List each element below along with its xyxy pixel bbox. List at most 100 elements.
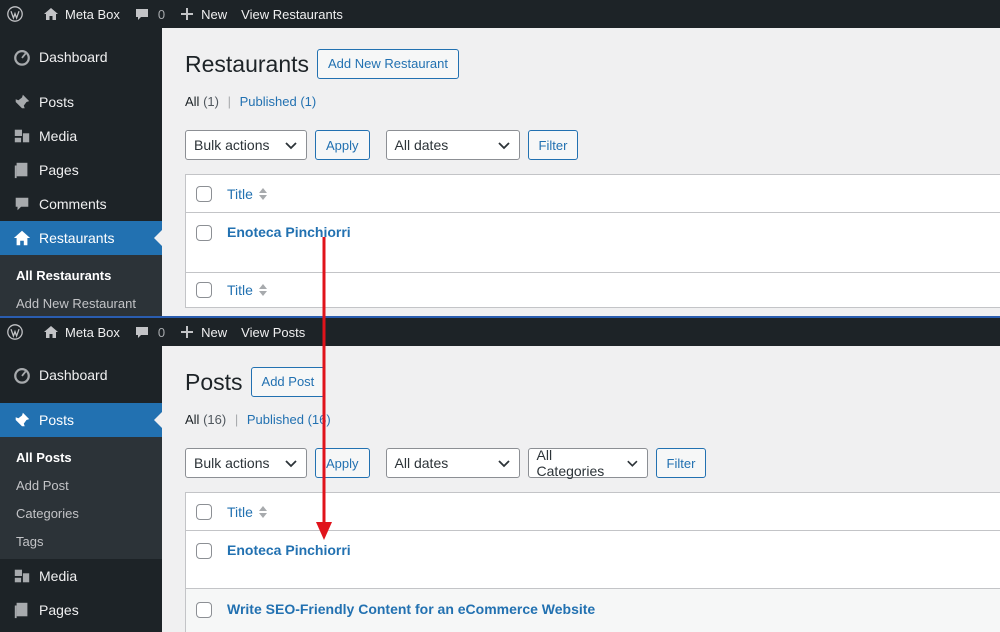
site-name-link[interactable]: Meta Box [36,0,127,28]
filter-button[interactable]: Filter [655,448,707,478]
row-checkbox[interactable] [196,602,212,618]
view-label: View Posts [241,324,306,340]
view-all-link[interactable]: All [185,412,199,427]
plus-icon [181,8,194,20]
bulk-actions-select[interactable]: Bulk actions [185,448,307,478]
media-icon [12,566,32,586]
view-filters: All (1) | Published (1) [185,94,1000,112]
sidebar-item-dashboard[interactable]: Dashboard [0,40,162,74]
sort-icon [258,284,267,296]
sidebar-item-pages[interactable]: Pages [0,153,162,187]
sidebar-item-label: Posts [39,412,75,428]
submenu-categories[interactable]: Categories [0,499,162,527]
comments-link[interactable]: 0 [127,0,172,28]
add-post-button[interactable]: Add Post [250,367,326,397]
view-published-count[interactable]: (16) [308,412,331,427]
apply-button[interactable]: Apply [315,130,370,160]
categories-select[interactable]: All Categories [527,447,648,479]
title-column-header[interactable]: Title [227,186,268,202]
view-posts-link[interactable]: View Posts [234,318,312,346]
restaurants-table: Title Enoteca Pinchiorri Title [185,174,1000,308]
sidebar-item-pages[interactable]: Pages [0,593,162,627]
admin-bar: Meta Box 0 New View Posts [0,318,1000,346]
sidebar-item-media[interactable]: Media [0,119,162,153]
chevron-down-icon [497,142,510,150]
home-icon [44,8,58,20]
row-title-link[interactable]: Write SEO-Friendly Content for an eComme… [227,601,595,617]
admin-sidebar: Dashboard Posts All Posts Add Post Categ… [0,346,162,632]
pages-icon [12,600,32,620]
site-name-label: Meta Box [65,324,120,340]
comments-count: 0 [157,6,166,22]
wordpress-logo-icon[interactable] [0,318,36,346]
sidebar-item-label: Comments [39,196,107,212]
dashboard-icon [12,47,32,67]
categories-value: All Categories [536,447,605,479]
comment-bubble-icon [135,327,148,338]
sidebar-item-dashboard[interactable]: Dashboard [0,358,162,392]
bulk-actions-select[interactable]: Bulk actions [185,130,307,160]
bulk-actions-value: Bulk actions [194,137,270,153]
view-published-link[interactable]: Published [247,412,304,427]
submenu-add-new-restaurant[interactable]: Add New Restaurant [0,289,162,316]
submenu-tags[interactable]: Tags [0,527,162,555]
view-published-link[interactable]: Published [240,94,297,109]
row-title-link[interactable]: Enoteca Pinchiorri [227,542,351,558]
sort-icon [258,505,267,518]
sidebar-item-label: Pages [39,162,79,178]
row-checkbox[interactable] [196,543,212,559]
comments-count: 0 [157,324,166,340]
page-title: Posts [185,368,243,395]
chevron-down-icon [285,142,297,150]
add-new-restaurant-button[interactable]: Add New Restaurant [317,49,459,79]
view-all-count: (16) [203,412,227,427]
row-title-link[interactable]: Enoteca Pinchiorri [227,224,351,240]
new-content-link[interactable]: New [172,0,234,28]
view-restaurants-link[interactable]: View Restaurants [234,0,350,28]
site-name-link[interactable]: Meta Box [36,318,127,346]
site-name-label: Meta Box [65,6,120,22]
sidebar-item-posts[interactable]: Posts [0,85,162,119]
submenu-all-posts[interactable]: All Posts [0,443,162,471]
title-column-header[interactable]: Title [227,504,268,520]
comments-link[interactable]: 0 [127,318,172,346]
dates-select[interactable]: All dates [385,448,520,478]
view-all-link[interactable]: All [185,94,199,109]
dates-select[interactable]: All dates [385,130,520,160]
sidebar-item-posts[interactable]: Posts [0,403,162,437]
sidebar-item-label: Posts [39,94,75,110]
apply-button[interactable]: Apply [315,448,370,478]
dashboard-icon [12,365,32,385]
submenu-all-restaurants[interactable]: All Restaurants [0,261,162,289]
admin-sidebar: Dashboard Posts Media Pages Comments Res… [0,28,162,316]
sidebar-item-media[interactable]: Media [0,559,162,593]
admin-bar: Meta Box 0 New View Restaurants [0,0,1000,28]
table-row: Enoteca Pinchiorri [186,530,1000,588]
chevron-down-icon [627,460,638,467]
page-title: Restaurants [185,50,310,77]
posts-submenu: All Posts Add Post Categories Tags [0,437,162,559]
plus-icon [181,326,194,338]
restaurants-screen: Meta Box 0 New View Restaurants Dashboar… [0,0,1000,316]
title-column-footer[interactable]: Title [227,282,268,298]
chevron-down-icon [497,460,510,468]
wordpress-logo-icon[interactable] [0,0,36,28]
new-content-link[interactable]: New [172,318,234,346]
comments-icon [12,194,32,214]
view-published-count[interactable]: (1) [300,94,316,109]
posts-screen: Meta Box 0 New View Posts Dashboard Post… [0,318,1000,632]
chevron-down-icon [285,460,297,468]
select-all-checkbox-footer[interactable] [196,282,212,298]
select-all-checkbox[interactable] [196,503,212,520]
table-header-row: Title [186,175,1000,212]
row-checkbox[interactable] [196,225,212,241]
view-all-count: (1) [203,94,219,109]
sidebar-item-restaurants[interactable]: Restaurants [0,221,162,255]
select-all-checkbox[interactable] [196,185,212,202]
pages-icon [12,160,32,180]
sidebar-item-label: Dashboard [39,49,108,65]
submenu-add-post[interactable]: Add Post [0,471,162,499]
filter-button[interactable]: Filter [527,130,579,160]
view-filters: All (16) | Published (16) [185,412,1000,430]
sidebar-item-comments[interactable]: Comments [0,187,162,221]
